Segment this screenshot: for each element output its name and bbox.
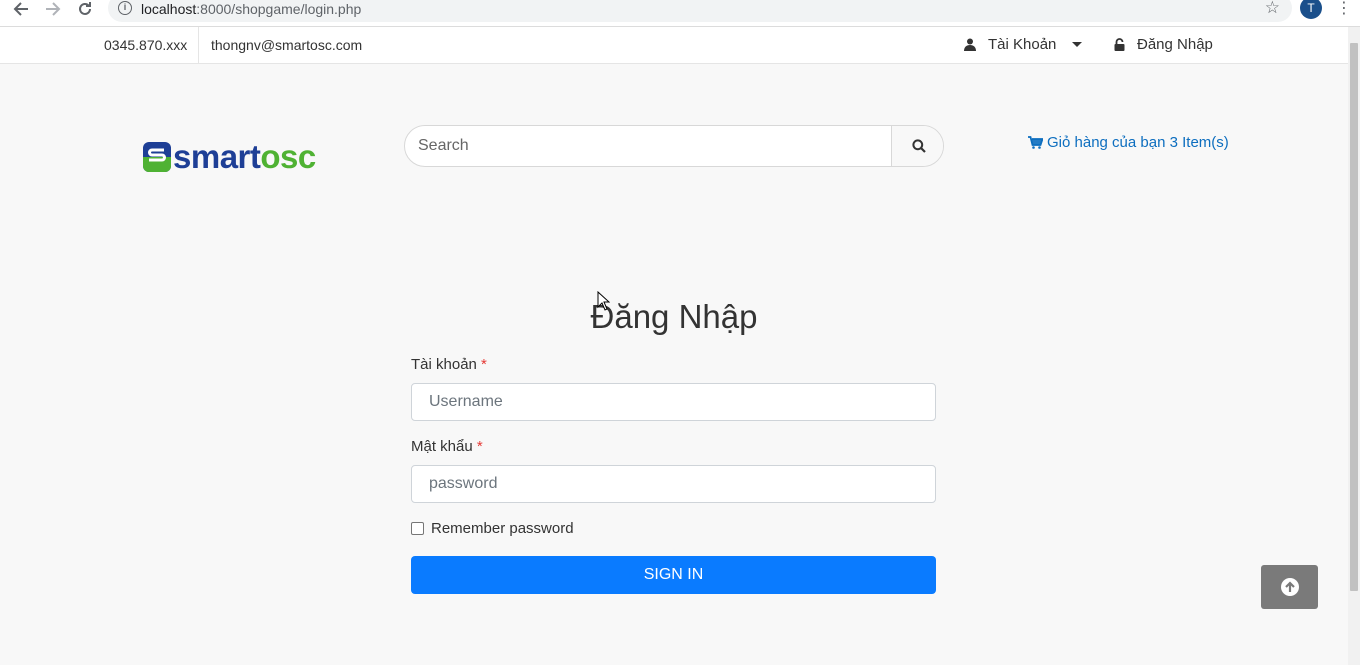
site-logo[interactable]: smartosc [143, 140, 346, 174]
star-icon[interactable]: ☆ [1265, 0, 1280, 18]
password-label: Mật khẩu * [411, 438, 483, 455]
divider [198, 27, 199, 63]
login-label: Đăng Nhập [1137, 36, 1213, 53]
email-address: thongnv@smartosc.com [211, 37, 363, 53]
address-bar[interactable]: i localhost:8000/shopgame/login.php ☆ [108, 0, 1292, 22]
password-field-wrapper [411, 465, 936, 503]
logo-mark-icon [143, 142, 171, 172]
required-mark: * [481, 356, 487, 373]
logo-wordmark: smartosc [173, 138, 316, 175]
user-icon [964, 38, 976, 51]
page-scrollbar[interactable] [1348, 27, 1360, 665]
back-to-top-button[interactable] [1261, 565, 1318, 609]
password-input[interactable] [412, 466, 935, 502]
remember-password-row: Remember password [411, 520, 574, 537]
mouse-cursor-icon [597, 291, 610, 311]
top-info-bar: 0345.870.xxx thongnv@smartosc.com Tài Kh… [0, 27, 1348, 64]
search-icon [911, 139, 926, 153]
account-dropdown[interactable]: Tài Khoản [964, 36, 1083, 53]
info-icon[interactable]: i [118, 1, 132, 15]
cart-icon [1028, 136, 1043, 149]
sign-in-button[interactable]: SIGN IN [411, 556, 936, 594]
page-title: Đăng Nhập [590, 298, 758, 335]
username-input[interactable] [412, 384, 935, 420]
cart-link[interactable]: Giỏ hàng của bạn 3 Item(s) [1028, 134, 1229, 151]
chevron-down-icon [1072, 42, 1083, 47]
arrow-circle-up-icon [1280, 578, 1299, 596]
back-icon[interactable] [9, 0, 33, 18]
scrollbar-thumb[interactable] [1350, 43, 1358, 591]
cart-label: Giỏ hàng của bạn 3 Item(s) [1047, 134, 1229, 151]
menu-dots-icon[interactable]: ⋮ [1336, 0, 1352, 17]
profile-avatar[interactable]: T [1300, 0, 1322, 19]
username-field-wrapper [411, 383, 936, 421]
remember-label[interactable]: Remember password [431, 520, 574, 537]
browser-toolbar: i localhost:8000/shopgame/login.php ☆ T … [0, 0, 1360, 27]
remember-checkbox[interactable] [411, 522, 424, 535]
search-button[interactable] [891, 126, 943, 166]
login-link[interactable]: Đăng Nhập [1114, 36, 1213, 53]
search-bar [404, 125, 944, 167]
url-text: localhost:8000/shopgame/login.php [141, 1, 362, 17]
reload-icon[interactable] [73, 0, 97, 18]
lock-icon [1114, 38, 1125, 51]
required-mark: * [476, 438, 483, 455]
phone-number: 0345.870.xxx [104, 37, 188, 53]
account-label: Tài Khoản [988, 36, 1057, 53]
username-label: Tài khoản * [411, 356, 487, 373]
search-input[interactable] [405, 126, 891, 166]
forward-icon[interactable] [41, 0, 65, 18]
